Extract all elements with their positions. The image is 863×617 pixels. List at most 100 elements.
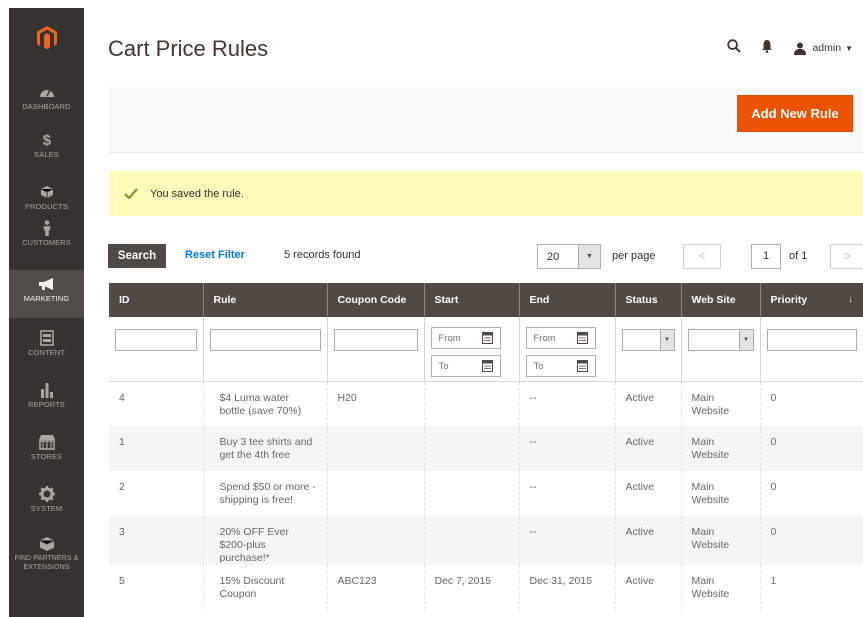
filter-id-input[interactable] [115,329,197,351]
chevron-down-icon: ▼ [738,330,753,350]
table-row[interactable]: 2 Spend $50 or more - shipping is free! … [109,471,863,516]
column-header-web-site[interactable]: Web Site [681,283,761,317]
sidebar-item-reports[interactable]: REPORTS [9,382,84,426]
column-header-priority-label: Priority [770,294,808,306]
sort-arrow-icon: ↓ [848,294,854,304]
message-text: You saved the rule. [150,187,244,200]
chevron-right-icon: > [843,249,851,263]
person-icon [42,220,51,236]
cell-coupon-code [327,471,425,516]
column-header-end[interactable]: End [519,283,616,317]
cell-start [424,426,520,471]
sidebar-item-system[interactable]: SYSTEM [9,486,84,530]
cell-start: Dec 7, 2015 [424,565,520,610]
page-title: Cart Price Rules [108,36,269,61]
sidebar-item-label: REPORTS [28,400,65,409]
column-header-rule[interactable]: Rule [203,283,328,317]
per-page-select[interactable]: 20 ▼ [537,244,601,269]
cell-id: 5 [109,565,204,610]
column-header-id[interactable]: ID [109,283,204,317]
calendar-icon[interactable] [481,331,493,344]
per-page-value: 20 [547,251,560,263]
cell-end: Dec 31, 2015 [519,565,616,610]
notifications-bell-icon[interactable] [761,39,773,58]
cell-web-site: Main Website [681,516,761,565]
sidebar-item-label: MARKETING [23,294,70,303]
reset-filter-link[interactable]: Reset Filter [185,249,245,261]
column-header-coupon-code[interactable]: Coupon Code [327,283,425,317]
search-icon[interactable] [727,38,742,58]
sidebar-item-find-partners[interactable]: FIND PARTNERS & EXTENSIONS [9,536,84,586]
calendar-icon[interactable] [576,331,588,344]
chevron-down-icon: ▼ [578,245,600,268]
cell-web-site: Main Website [681,565,761,610]
filter-coupon-code-input[interactable] [333,329,418,351]
box-icon [39,537,54,551]
cell-coupon-code: H20 [327,381,425,426]
page-total: of 1 [789,250,808,262]
date-placeholder: To [438,361,449,372]
sidebar-item-label: CONTENT [28,348,65,357]
search-button[interactable]: Search [108,244,166,268]
date-placeholder: To [533,361,544,372]
sidebar-item-stores[interactable]: STORES [9,434,84,478]
cell-coupon-code: ABC123 [327,565,425,610]
cell-id: 3 [109,516,204,565]
speedometer-icon [39,89,54,97]
window-top-edge [0,0,863,8]
table-row[interactable]: 1 Buy 3 tee shirts and get the 4th free … [109,426,863,471]
layout-icon [39,330,54,346]
sidebar-item-marketing[interactable]: MARKETING [9,270,84,318]
filter-web-site-select[interactable]: ▼ [687,329,754,351]
cell-web-site: Main Website [681,471,761,516]
cell-rule: 20% OFF Ever $200-plus purchase!* [203,516,328,565]
cell-rule: Spend $50 or more - shipping is free! [203,471,328,516]
storefront-icon [38,435,55,450]
dollar-icon: $ [42,132,51,148]
table-row[interactable]: 3 20% OFF Ever $200-plus purchase!* -- A… [109,516,863,565]
page-number-input[interactable]: 1 [751,244,781,269]
filter-start-to-input[interactable]: To [430,355,501,377]
cell-status: Active [615,426,682,471]
filter-rule-input[interactable] [209,329,321,351]
cell-end: -- [519,516,616,565]
sidebar-item-sales[interactable]: $ SALES [9,132,84,176]
grid-filter-row: From To From To ▼ ▼ [109,317,863,382]
sidebar-item-label: STORES [30,452,63,461]
column-header-priority[interactable]: Priority ↓ [760,283,863,317]
filter-status-select[interactable]: ▼ [621,329,675,351]
filter-end-from-input[interactable]: From [525,327,596,349]
sidebar-item-dashboard[interactable]: DASHBOARD [9,84,84,128]
grid-header-row: ID Rule Coupon Code Start End Status Web… [109,283,863,317]
sidebar-item-content[interactable]: CONTENT [9,330,84,374]
filter-start-from-input[interactable]: From [430,327,501,349]
calendar-icon[interactable] [481,359,493,372]
cell-priority: 0 [760,426,863,471]
cell-status: Active [615,565,682,610]
previous-page-button[interactable]: < [683,244,721,269]
sidebar-item-label: SALES [34,150,59,159]
column-header-status[interactable]: Status [615,283,682,317]
cell-end: -- [519,381,616,426]
next-page-button[interactable]: > [830,244,863,269]
header-actions: admin ▼ [727,36,853,60]
table-row[interactable]: 4 $4 Luma water bottle (save 70%) H20 --… [109,381,863,426]
cell-status: Active [615,471,682,516]
cell-start [424,471,520,516]
add-new-rule-button[interactable]: Add New Rule [737,95,853,132]
sidebar-item-label: DASHBOARD [22,102,71,111]
sidebar-item-customers[interactable]: CUSTOMERS [9,220,84,264]
table-row[interactable]: 5 15% Discount Coupon ABC123 Dec 7, 2015… [109,565,863,610]
calendar-icon[interactable] [576,359,588,372]
magento-logo[interactable] [9,26,84,55]
admin-user-menu[interactable]: admin ▼ [793,42,853,55]
filter-priority-input[interactable] [766,329,857,351]
filter-end-to-input[interactable]: To [525,355,596,377]
cell-priority: 1 [760,565,863,610]
cell-end: -- [519,471,616,516]
column-header-start[interactable]: Start [424,283,520,317]
admin-username: admin [812,42,842,54]
cell-rule: 15% Discount Coupon [203,565,328,610]
date-placeholder: From [438,333,461,344]
cell-id: 4 [109,381,204,426]
